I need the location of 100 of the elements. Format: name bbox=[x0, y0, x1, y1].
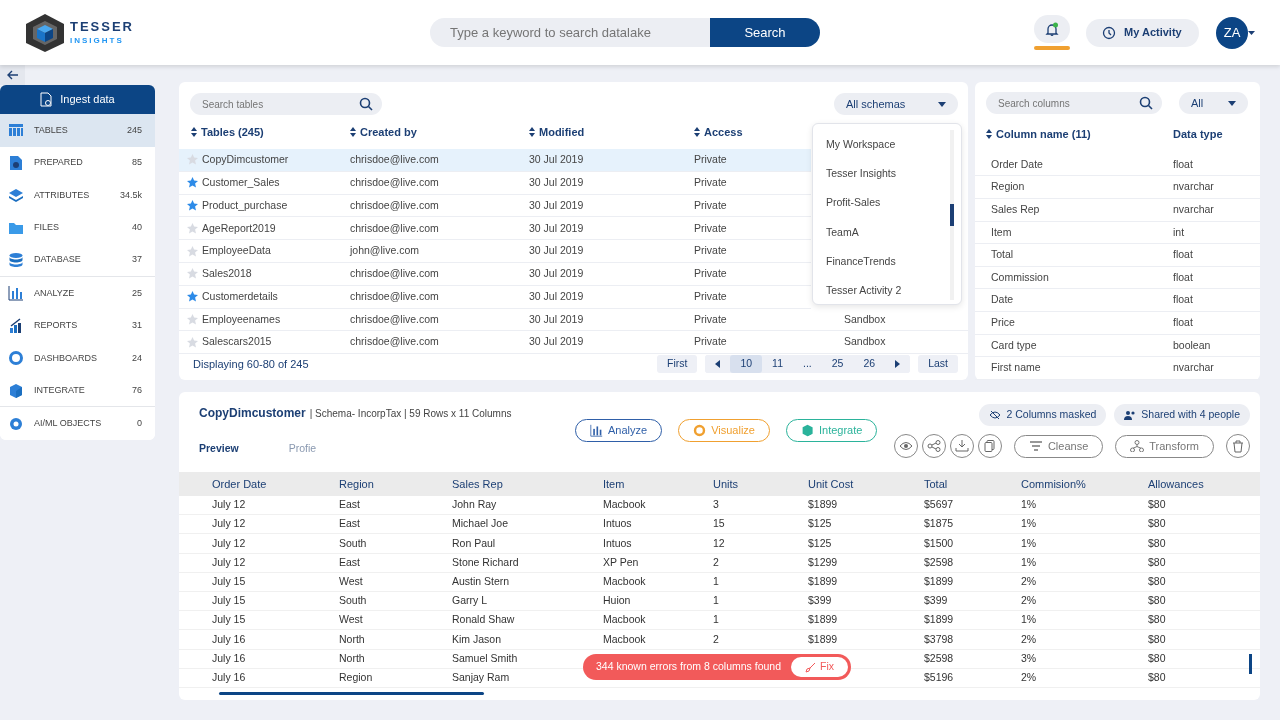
table-cell: 1 bbox=[713, 613, 719, 626]
page-button[interactable]: 10 bbox=[730, 355, 763, 374]
avatar[interactable]: ZA bbox=[1216, 16, 1248, 49]
table-cell: $1899 bbox=[808, 613, 838, 626]
column-header[interactable]: Order Date bbox=[212, 477, 267, 490]
table-name: EmployeeData bbox=[202, 243, 271, 259]
table-cell: $3798 bbox=[924, 632, 954, 645]
table-cell: $80 bbox=[1148, 498, 1166, 511]
first-page-button[interactable]: First bbox=[657, 355, 698, 374]
table-cell: Private bbox=[694, 244, 727, 257]
table-row[interactable]: Salescars2015 chrisdoe@live.com 30 Jul 2019 Private Sandbox bbox=[179, 331, 968, 355]
table-cell: North bbox=[339, 651, 365, 664]
type-dropdown[interactable]: All bbox=[1179, 92, 1248, 114]
table-cell: $399 bbox=[808, 594, 832, 607]
table-name: Customerdetails bbox=[202, 288, 278, 304]
table-cell: Sandbox bbox=[844, 312, 886, 325]
table-cell: float bbox=[1173, 247, 1193, 263]
table-cell: 1% bbox=[1021, 536, 1037, 549]
schema-dropdown[interactable]: All schemas bbox=[834, 93, 958, 115]
table-cell: 30 Jul 2019 bbox=[529, 198, 584, 211]
table-cell: Date bbox=[991, 293, 1014, 306]
table-cell: Private bbox=[694, 289, 727, 302]
column-header[interactable]: Units bbox=[713, 477, 739, 490]
table-cell: South bbox=[339, 536, 367, 549]
column-header[interactable]: Access bbox=[704, 123, 743, 141]
table-cell: July 15 bbox=[212, 574, 246, 587]
menu-item[interactable]: My Workspace bbox=[826, 130, 961, 160]
last-page-button[interactable]: Last bbox=[918, 355, 958, 374]
table-cell: 2 bbox=[713, 555, 719, 568]
table-cell: Macbook bbox=[603, 613, 646, 626]
table-cell: 2% bbox=[1021, 594, 1037, 607]
table-cell: West bbox=[339, 574, 363, 587]
tool-button[interactable]: Transform bbox=[1115, 434, 1214, 458]
column-header[interactable]: Commision% bbox=[1021, 477, 1086, 490]
table-cell-text: nvarchar bbox=[1173, 201, 1214, 217]
column-search-field[interactable]: Search columns bbox=[986, 92, 1162, 114]
action-button[interactable]: Analyze bbox=[575, 419, 663, 442]
error-message: 344 known errors from 8 columns found bbox=[596, 659, 781, 675]
table-row[interactable]: EmployeeData john@live.com 30 Jul 2019 Private bbox=[179, 240, 811, 264]
menu-item[interactable]: TeamA bbox=[826, 217, 961, 248]
column-header[interactable]: Column name (11) bbox=[996, 125, 1091, 143]
table-cell: Intuos bbox=[603, 517, 632, 530]
table-cell: $125 bbox=[808, 517, 832, 530]
column-header[interactable]: Unit Cost bbox=[808, 477, 854, 490]
menu-item[interactable]: FinanceTrends bbox=[826, 247, 961, 277]
table-name: Salescars2015 bbox=[202, 334, 272, 350]
column-header[interactable]: Created by bbox=[360, 123, 417, 141]
table-row[interactable]: CopyDimcustomer chrisdoe@live.com 30 Jul 2019 Private bbox=[179, 149, 811, 172]
table-row[interactable]: AgeReport2019 chrisdoe@live.com 30 Jul 2019 Private bbox=[179, 217, 811, 241]
table-row[interactable]: Product_purchase chrisdoe@live.com 30 Jul 2019 Private bbox=[179, 194, 811, 218]
table-cell: $80 bbox=[1148, 594, 1166, 607]
table-cell: Private bbox=[694, 198, 727, 211]
table-cell: Ronald Shaw bbox=[452, 613, 515, 626]
table-search-field[interactable]: Search tables bbox=[190, 93, 382, 115]
menu-item[interactable]: Profit-Sales bbox=[826, 188, 961, 218]
table-cell: $1899 bbox=[808, 498, 838, 511]
column-header[interactable]: Total bbox=[924, 477, 948, 490]
table-cell: Sandbox bbox=[844, 335, 886, 348]
table-cell: 30 Jul 2019 bbox=[529, 289, 584, 302]
menu-item[interactable]: Tesser Insights bbox=[826, 159, 961, 189]
table-row[interactable]: Employeenames chrisdoe@live.com 30 Jul 2019 Private Sandbox bbox=[179, 308, 968, 332]
table-cell: Private bbox=[694, 335, 727, 348]
table-cell: $5196 bbox=[924, 670, 954, 683]
table-cell: Total bbox=[991, 248, 1014, 261]
table-row[interactable]: Customer_Sales chrisdoe@live.com 30 Jul 2019 Private bbox=[179, 171, 811, 195]
table-cell: 3% bbox=[1021, 651, 1037, 664]
table-row[interactable]: Customerdetails chrisdoe@live.com 30 Jul 2019 Private bbox=[179, 285, 811, 309]
table-cell: Intuos bbox=[603, 536, 632, 549]
shared-chip: Shared with 4 people bbox=[1114, 404, 1250, 426]
ingest-button[interactable]: Ingest data bbox=[0, 85, 155, 114]
activity-button[interactable]: My Activity bbox=[1086, 18, 1199, 47]
table-cell-text: int bbox=[1173, 224, 1185, 240]
table-cell: $80 bbox=[1148, 517, 1166, 530]
table-cell: Huion bbox=[603, 594, 631, 607]
sidebar-item[interactable]: TABLES 245 bbox=[0, 114, 155, 147]
column-header[interactable]: Allowances bbox=[1148, 477, 1204, 490]
table-cell: July 16 bbox=[212, 632, 246, 645]
logo-title: TESSER bbox=[70, 20, 134, 33]
table-cell: John Ray bbox=[452, 498, 497, 511]
column-header[interactable]: Item bbox=[603, 477, 625, 490]
column-header[interactable]: Sales Rep bbox=[452, 477, 503, 490]
table-cell: July 15 bbox=[212, 594, 246, 607]
column-header[interactable]: Data type bbox=[1173, 125, 1223, 143]
table-cell: 1 bbox=[713, 594, 719, 607]
search-field[interactable]: Type a keyword to search datalake bbox=[430, 18, 710, 47]
table-row[interactable]: Sales2018 chrisdoe@live.com 30 Jul 2019 Private bbox=[179, 263, 811, 286]
column-header[interactable]: Region bbox=[339, 477, 374, 490]
table-cell: Private bbox=[694, 175, 727, 188]
table-cell: chrisdoe@live.com bbox=[350, 175, 439, 188]
table-cell: $1875 bbox=[924, 517, 954, 530]
table-cell: 2% bbox=[1021, 632, 1037, 645]
tab[interactable]: Preview bbox=[199, 441, 239, 457]
column-header[interactable]: Modified bbox=[539, 123, 585, 141]
table-cell-text: float bbox=[1173, 292, 1193, 308]
menu-item[interactable]: Tesser Activity 2 bbox=[826, 276, 961, 306]
search-button[interactable]: Search bbox=[710, 18, 820, 47]
table-cell: $80 bbox=[1148, 670, 1166, 683]
column-header[interactable]: Tables (245) bbox=[201, 123, 264, 141]
table-cell: chrisdoe@live.com bbox=[350, 221, 439, 234]
tool-button[interactable]: Cleanse bbox=[1013, 434, 1104, 458]
